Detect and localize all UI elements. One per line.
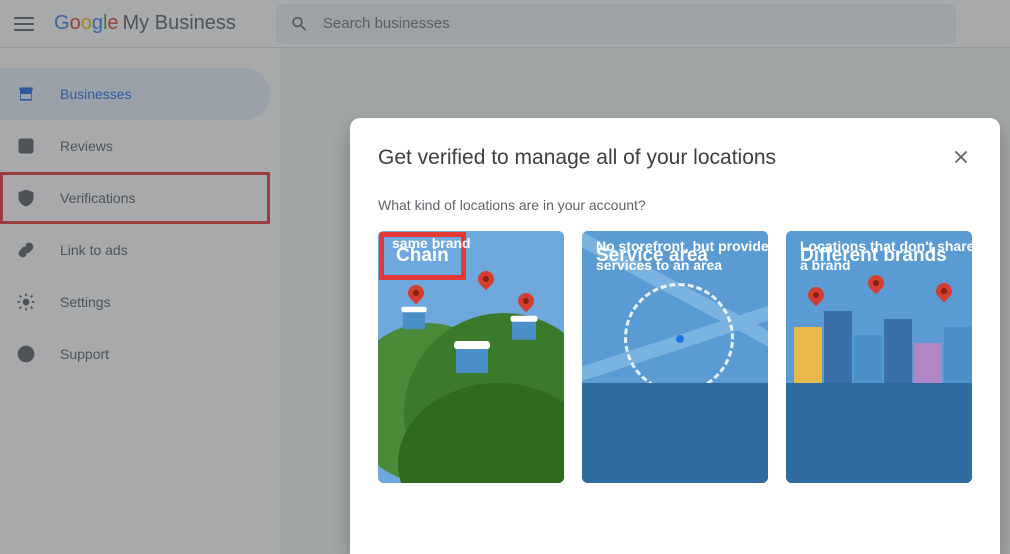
- card-description: Storefront locations of the same brand: [392, 231, 564, 253]
- location-type-cards: Chain Storefront locations of the same b…: [378, 231, 972, 483]
- card-description: Locations that don't share a brand: [800, 237, 972, 275]
- close-button[interactable]: [950, 146, 972, 173]
- modal-title: Get verified to manage all of your locat…: [378, 146, 776, 170]
- card-different-brands[interactable]: Different brands Locations that don't sh…: [786, 231, 972, 483]
- verification-modal: Get verified to manage all of your locat…: [350, 118, 1000, 554]
- modal-subtitle: What kind of locations are in your accou…: [378, 197, 972, 213]
- card-service-area[interactable]: Service area No storefront, but provide …: [582, 231, 768, 483]
- card-chain[interactable]: Chain Storefront locations of the same b…: [378, 231, 564, 483]
- close-icon: [950, 146, 972, 168]
- card-description: No storefront, but provide services to a…: [596, 237, 768, 275]
